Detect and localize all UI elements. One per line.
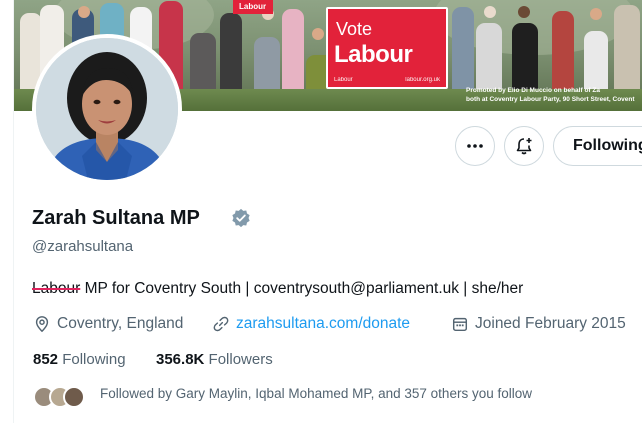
following-count-link[interactable]: 852 Following <box>33 351 126 368</box>
followers-label: Followers <box>208 351 273 368</box>
following-label: Following <box>62 351 126 368</box>
followed-by-text[interactable]: Followed by Gary Maylin, Iqbal Mohamed M… <box>100 386 532 401</box>
join-date: Joined February 2015 <box>451 315 626 333</box>
sign-vote-text: Vote <box>336 19 373 39</box>
sign-footer-right: labour.org.uk <box>405 77 440 83</box>
verified-badge-icon[interactable] <box>231 208 251 228</box>
following-button[interactable]: Following <box>553 126 642 166</box>
display-name: Zarah Sultana MP <box>32 207 200 229</box>
more-options-button[interactable] <box>455 126 495 166</box>
join-date-text: Joined February 2015 <box>475 315 626 332</box>
profile-handle: @zarahsultana <box>32 238 134 255</box>
followers-count: 356.8K <box>156 351 205 368</box>
profile-avatar[interactable] <box>32 34 182 184</box>
location-pin-icon <box>35 316 49 333</box>
followers-count-link[interactable]: 356.8K Followers <box>156 351 273 368</box>
banner-flag: Labour <box>233 0 273 14</box>
avatar-portrait <box>36 38 178 180</box>
notifications-button[interactable] <box>504 126 544 166</box>
link-icon <box>213 316 229 332</box>
imprint-line-1: Promoted by Elio Di Muccio on behalf of … <box>466 87 600 94</box>
more-dots-icon <box>467 144 483 148</box>
website-link[interactable]: zarahsultana.com/donate <box>236 315 410 333</box>
location: Coventry, England <box>33 315 183 333</box>
profile-bio: Labour MP for Coventry South | coventrys… <box>32 280 523 298</box>
website[interactable]: zarahsultana.com/donate <box>212 315 410 333</box>
following-count: 852 <box>33 351 59 368</box>
calendar-icon <box>452 317 468 332</box>
mutual-avatar[interactable] <box>63 386 85 408</box>
bio-struck-text: Labour <box>32 280 81 297</box>
bell-plus-icon <box>516 138 532 155</box>
sign-party-text: Labour <box>334 41 413 68</box>
bio-text: MP for Coventry South | coventrysouth@pa… <box>80 280 524 297</box>
imprint-line-2: both at Coventry Labour Party, 90 Short … <box>466 96 635 103</box>
location-text: Coventry, England <box>57 315 184 332</box>
banner-imprint: Promoted by Elio Di Muccio on behalf of … <box>466 86 636 104</box>
sign-footer-left: Labour <box>334 77 353 83</box>
banner-vote-sign: Vote Labour Labour labour.org.uk <box>326 7 448 89</box>
